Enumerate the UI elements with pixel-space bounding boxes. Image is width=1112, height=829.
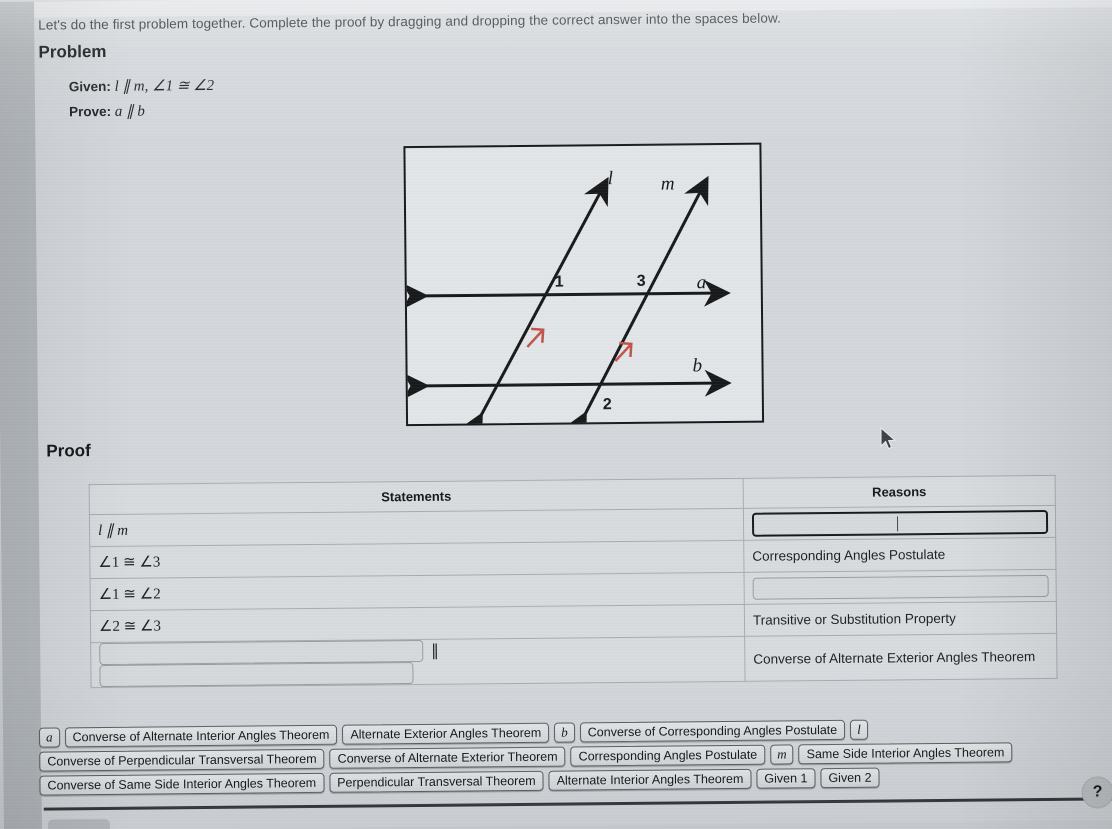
given-line: Given: l ∥ m, ∠1 ≅ ∠2 — [69, 76, 214, 96]
prove-line: Prove: a ∥ b — [69, 102, 145, 122]
proof-table: Statements Reasons l ∥ m ∠1 ≅ ∠3 Corresp… — [88, 474, 1058, 689]
statement-text: ∠1 ≅ ∠2 — [98, 586, 161, 604]
answer-chip[interactable]: Alternate Exterior Angles Theorem — [342, 722, 550, 745]
reason-cell: Converse of Alternate Exterior Angles Th… — [744, 633, 1058, 682]
statement-dropzone-left[interactable] — [99, 639, 424, 666]
statement-text: ∠1 ≅ ∠3 — [98, 554, 161, 572]
reason-cell — [743, 505, 1056, 541]
answer-chip[interactable]: m — [770, 744, 794, 765]
answer-chip[interactable]: Given 1 — [756, 768, 816, 789]
photo-backdrop: Let's do the first problem together. Com… — [0, 0, 1112, 829]
reason-text: Corresponding Angles Postulate — [752, 546, 946, 564]
reason-dropzone-3[interactable] — [752, 574, 1049, 600]
answer-chip[interactable]: Converse of Alternate Exterior Theorem — [329, 746, 566, 769]
proof-heading: Proof — [46, 441, 91, 461]
text-caret — [897, 515, 899, 531]
statement-text: l ∥ m — [98, 522, 129, 540]
reason-cell — [744, 569, 1057, 605]
answer-chip[interactable]: Converse of Same Side Interior Angles Th… — [39, 772, 325, 796]
reason-cell: Corresponding Angles Postulate — [743, 537, 1056, 573]
answer-chip-tray: a Converse of Alternate Interior Angles … — [38, 718, 1070, 800]
answer-chip[interactable]: Given 2 — [820, 767, 880, 789]
page-left-gutter — [0, 1, 42, 829]
lesson-page: Let's do the first problem together. Com… — [0, 0, 1112, 829]
statement-dropzone-right[interactable] — [99, 662, 414, 688]
figure-angle-2: 2 — [603, 396, 612, 413]
figure-angle-3: 3 — [637, 273, 646, 290]
answer-chip[interactable]: a — [38, 727, 60, 748]
answer-chip[interactable]: b — [554, 722, 575, 743]
figure-angle-1: 1 — [555, 274, 564, 291]
reason-text: Transitive or Substitution Property — [752, 610, 956, 628]
reason-dropzone-1[interactable] — [751, 509, 1049, 537]
table-row: ∥ Converse of Alternate Exterior Angles … — [90, 633, 1058, 688]
bottom-partial-button[interactable] — [47, 818, 111, 829]
answer-chip[interactable]: Same Side Interior Angles Theorem — [798, 742, 1013, 765]
figure-label-b: b — [692, 355, 702, 376]
answer-chip[interactable]: Alternate Interior Angles Theorem — [548, 768, 752, 791]
problem-heading: Problem — [38, 41, 107, 62]
reason-text: Converse of Alternate Exterior Angles Th… — [753, 648, 1036, 667]
prove-value: a ∥ b — [114, 103, 145, 120]
figure-line-l — [458, 176, 609, 425]
header-reasons: Reasons — [743, 475, 1056, 509]
statement-text: ∠2 ≅ ∠3 — [98, 618, 162, 636]
figure-line-b — [405, 369, 732, 400]
figure-label-m: m — [661, 173, 675, 194]
answer-chip[interactable]: l — [850, 719, 868, 740]
answer-chip[interactable]: Perpendicular Transversal Theorem — [329, 770, 544, 793]
given-label: Given: — [68, 78, 111, 95]
answer-chip[interactable]: Converse of Alternate Interior Angles Th… — [64, 724, 338, 748]
reason-cell: Transitive or Substitution Property — [744, 601, 1057, 637]
screen: Let's do the first problem together. Com… — [0, 0, 1112, 829]
answer-chip[interactable]: Converse of Corresponding Angles Postula… — [579, 719, 846, 743]
geometry-figure: l m a b 1 2 3 — [403, 142, 765, 427]
answer-chip[interactable]: Corresponding Angles Postulate — [570, 744, 766, 767]
help-button[interactable]: ? — [1081, 776, 1112, 809]
page-bottom-rule — [43, 797, 1112, 811]
answer-chip-row: Converse of Same Side Interior Angles Th… — [39, 766, 1069, 796]
figure-label-l: l — [608, 168, 613, 189]
answer-chip[interactable]: Converse of Perpendicular Transversal Th… — [39, 748, 325, 772]
given-value: l ∥ m, ∠1 ≅ ∠2 — [114, 77, 215, 95]
figure-line-a — [405, 279, 731, 310]
prove-label: Prove: — [68, 103, 112, 120]
figure-line-m — [562, 175, 709, 425]
figure-svg: l m a b 1 2 3 — [405, 168, 732, 425]
parallel-symbol: ∥ — [430, 642, 440, 660]
parallel-tick-l — [526, 327, 545, 348]
figure-label-a: a — [697, 272, 707, 293]
statement-cell: ∥ — [90, 636, 746, 688]
